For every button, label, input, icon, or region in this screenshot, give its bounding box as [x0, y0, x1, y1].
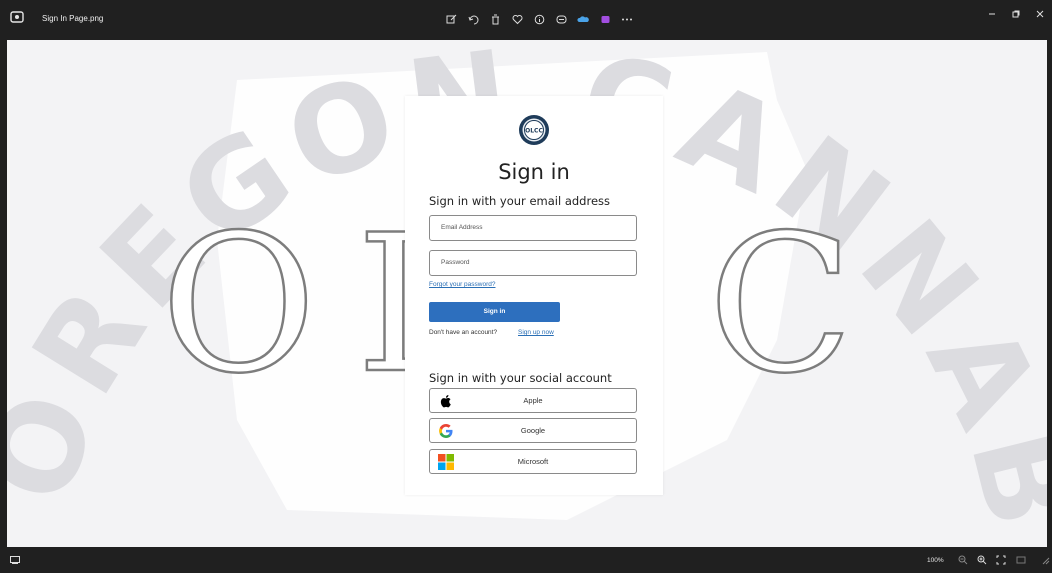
viewer-toolbar	[440, 9, 638, 29]
file-name: Sign In Page.png	[42, 14, 104, 23]
restore-icon[interactable]	[1004, 6, 1028, 22]
fullscreen-icon[interactable]	[1016, 555, 1026, 565]
onedrive-icon[interactable]	[572, 9, 594, 29]
more-icon[interactable]	[616, 9, 638, 29]
minimize-icon[interactable]	[980, 6, 1004, 22]
signin-card: OLCC Sign in Sign in with your email add…	[405, 96, 663, 495]
google-signin-button[interactable]: Google	[429, 418, 637, 443]
edit-image-icon[interactable]	[440, 9, 462, 29]
microsoft-label: Microsoft	[517, 457, 549, 466]
no-account-text: Don't have an account?	[429, 329, 498, 336]
microsoft-signin-button[interactable]: Microsoft	[429, 449, 637, 474]
clipchamp-icon[interactable]	[594, 9, 616, 29]
zoom-in-icon[interactable]	[977, 555, 987, 565]
signin-button[interactable]: Sign in	[429, 302, 560, 322]
apple-label: Apple	[523, 396, 543, 405]
email-input[interactable]: Email Address	[429, 215, 637, 241]
email-section-heading: Sign in with your email address	[429, 194, 610, 208]
olcc-logo: OLCC	[519, 115, 549, 145]
google-label: Google	[520, 426, 546, 435]
image-canvas: OREGON CANNABIS OLCC OLCC Sign in Sign i…	[7, 40, 1047, 547]
svg-text:OLCC: OLCC	[525, 128, 543, 135]
fit-to-window-icon[interactable]	[996, 555, 1006, 565]
delete-icon[interactable]	[484, 9, 506, 29]
status-bar: 100%	[0, 547, 1052, 573]
close-icon[interactable]	[1028, 6, 1052, 22]
copilot-icon[interactable]	[550, 9, 572, 29]
favorite-icon[interactable]	[506, 9, 528, 29]
page-title: Sign in	[498, 160, 570, 184]
zoom-level: 100%	[927, 557, 944, 564]
apple-signin-button[interactable]: Apple	[429, 388, 637, 413]
forgot-password-link[interactable]: Forgot your password?	[429, 281, 495, 288]
title-bar: Sign In Page.png	[0, 0, 1052, 40]
window-controls	[980, 6, 1052, 22]
info-icon[interactable]	[528, 9, 550, 29]
signup-link[interactable]: Sign up now	[518, 329, 554, 336]
password-input[interactable]: Password	[429, 250, 637, 276]
resize-grip-icon[interactable]	[1042, 555, 1050, 565]
photos-app-icon	[10, 11, 24, 23]
social-section-heading: Sign in with your social account	[429, 371, 612, 385]
rotate-icon[interactable]	[462, 9, 484, 29]
filmstrip-icon[interactable]	[10, 556, 20, 564]
zoom-out-icon[interactable]	[958, 555, 968, 565]
